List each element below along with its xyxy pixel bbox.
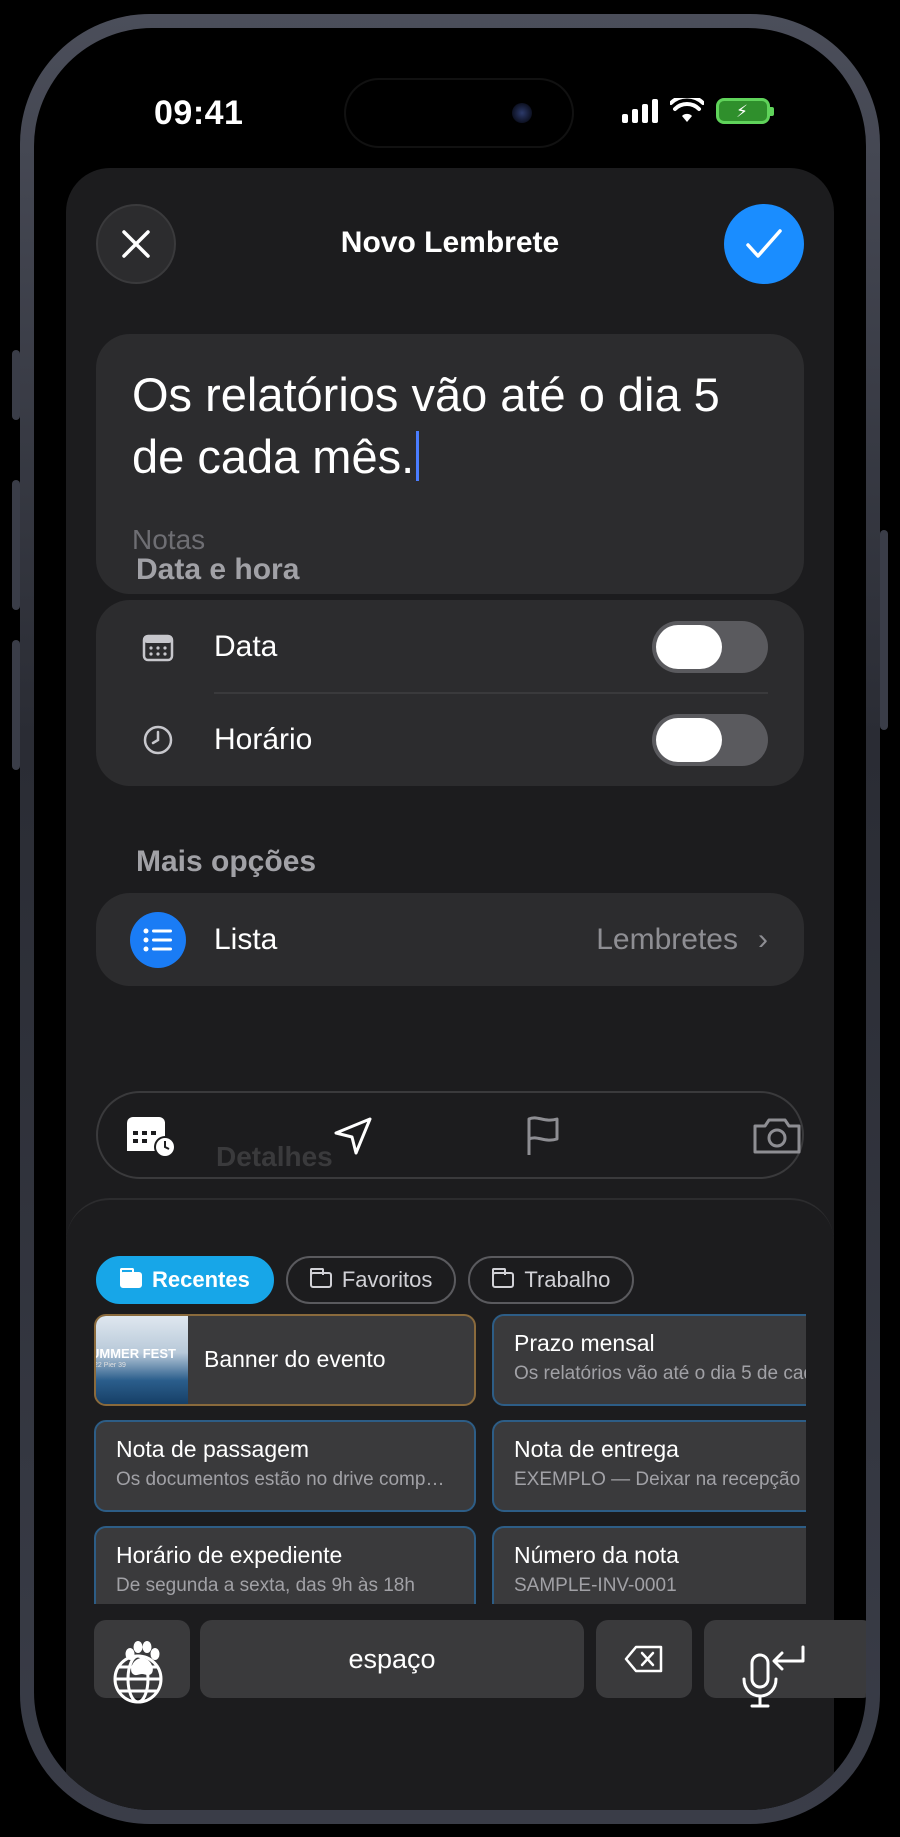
volume-down-button [12, 640, 20, 770]
tab-label: Trabalho [524, 1267, 611, 1292]
battery-charging-icon: ⚡ [716, 98, 774, 124]
clipboard-items: UMMER FEST 22 Pier 39 Banner do evento P… [94, 1314, 806, 1604]
time-row[interactable]: Horário [96, 693, 804, 786]
list-row[interactable]: Lista Lembretes › [96, 893, 804, 986]
sheet-header: Novo Lembrete [66, 168, 834, 298]
side-button [880, 530, 888, 730]
folder-icon [120, 1268, 142, 1288]
flag-button[interactable] [516, 1111, 570, 1161]
clip-nota-de-entrega[interactable]: Nota de entrega EXEMPLO — Deixar na rece… [492, 1420, 806, 1512]
done-button[interactable] [724, 204, 804, 284]
camera-icon [753, 1118, 801, 1154]
globe-icon [113, 1654, 163, 1704]
delete-backward-icon [624, 1645, 663, 1673]
camera-button[interactable] [750, 1111, 804, 1161]
clip-title: Nota de entrega [514, 1436, 679, 1462]
clip-subtitle: De segunda a sexta, das 9h às 18h [116, 1575, 415, 1596]
sheet-title: Novo Lembrete [340, 226, 560, 259]
tab-label: Favoritos [341, 1267, 433, 1292]
folder-icon [492, 1268, 515, 1288]
more-options-section-label: Mais opções [136, 845, 317, 878]
list-value: Lembretes [596, 922, 738, 956]
date-time-section-label: Data e hora [136, 553, 300, 586]
clip-horario-de-expediente[interactable]: Horário de expediente De segunda a sexta… [94, 1526, 476, 1604]
front-camera [512, 103, 532, 123]
date-row[interactable]: Data [96, 600, 804, 693]
cellular-signal-icon [622, 99, 658, 123]
calendar-icon [138, 627, 178, 667]
date-time-group: Data Horário [96, 600, 804, 786]
folder-icon [309, 1268, 332, 1288]
tab-trabalho[interactable]: Trabalho [468, 1256, 635, 1304]
clip-nota-de-passagem[interactable]: Nota de passagem Os documentos estão no … [94, 1420, 476, 1512]
clip-subtitle: Os documentos estão no drive compartilha… [116, 1469, 454, 1490]
date-toggle[interactable] [652, 620, 768, 673]
screen: 09:41 ⚡ Novo Lembrete Os relatórios vão … [34, 28, 866, 1810]
status-bar: 09:41 ⚡ [34, 28, 866, 158]
location-icon [334, 1117, 372, 1155]
time-label: Horário [214, 722, 313, 756]
clipboard-keyboard: Recentes Favoritos Trabalho UMMER FEST 2… [66, 1198, 866, 1810]
clip-banner-do-evento[interactable]: UMMER FEST 22 Pier 39 Banner do evento [94, 1314, 476, 1406]
list-bullet-icon [130, 911, 186, 968]
clip-numero-da-nota[interactable]: Número da nota SAMPLE-INV-0001 [492, 1526, 806, 1604]
clip-prazo-mensal[interactable]: Prazo mensal Os relatórios vão até o dia… [492, 1314, 806, 1406]
clock-icon [138, 720, 178, 760]
return-key[interactable] [704, 1620, 866, 1698]
status-time: 09:41 [154, 94, 244, 132]
date-label: Data [214, 629, 278, 663]
clip-subtitle: EXEMPLO — Deixar na recepção [514, 1469, 801, 1490]
reminder-title-input[interactable]: Os relatórios vão até o dia 5 de cada mê… [132, 364, 768, 488]
tab-favoritos[interactable]: Favoritos [285, 1256, 457, 1304]
event-banner-thumbnail: UMMER FEST 22 Pier 39 [94, 1316, 188, 1404]
thumbnail-subtext: 22 Pier 39 [94, 1362, 126, 1369]
phone-frame: 09:41 ⚡ Novo Lembrete Os relatórios vão … [20, 14, 880, 1824]
action-button [12, 350, 20, 420]
space-key[interactable]: espaço [200, 1620, 584, 1698]
calendar-clock-button[interactable] [124, 1111, 178, 1161]
clip-title: Nota de passagem [116, 1436, 310, 1462]
clip-title: Horário de expediente [116, 1542, 343, 1568]
globe-key[interactable] [112, 1653, 164, 1710]
delete-key[interactable] [596, 1620, 692, 1698]
quick-toolbar: Detalhes [96, 1091, 804, 1179]
tab-label: Recentes [152, 1267, 250, 1292]
list-group: Lista Lembretes › [96, 893, 804, 986]
thumbnail-text: UMMER FEST [94, 1346, 176, 1361]
wifi-icon [670, 98, 704, 122]
dynamic-island [344, 78, 574, 148]
chevron-right-icon: › [758, 922, 768, 956]
calendar-clock-icon [127, 1117, 176, 1158]
clip-subtitle: Os relatórios vão até o dia 5 de cada mê… [514, 1363, 806, 1384]
dictation-key[interactable] [740, 1653, 780, 1714]
time-toggle[interactable] [652, 713, 768, 766]
clip-title: Prazo mensal [514, 1330, 655, 1356]
clip-title: Banner do evento [204, 1346, 386, 1372]
details-ghost-label: Detalhes [216, 1141, 333, 1172]
location-button[interactable] [326, 1111, 380, 1161]
checkmark-icon [746, 229, 782, 258]
notes-input[interactable]: Notas [132, 524, 205, 556]
list-label: Lista [214, 922, 278, 956]
new-reminder-sheet: Novo Lembrete Os relatórios vão até o di… [66, 168, 866, 1810]
clipboard-tabs: Recentes Favoritos Trabalho [96, 1256, 635, 1304]
time-toggle-knob [656, 717, 722, 762]
volume-up-button [12, 480, 20, 610]
text-cursor [416, 431, 420, 481]
tab-recentes[interactable]: Recentes [96, 1256, 274, 1304]
clip-title: Número da nota [514, 1542, 679, 1568]
clip-subtitle: SAMPLE-INV-0001 [514, 1575, 677, 1596]
status-icons: ⚡ [622, 98, 774, 124]
flag-icon [527, 1116, 559, 1155]
date-toggle-knob [656, 624, 722, 669]
microphone-icon [742, 1653, 778, 1708]
